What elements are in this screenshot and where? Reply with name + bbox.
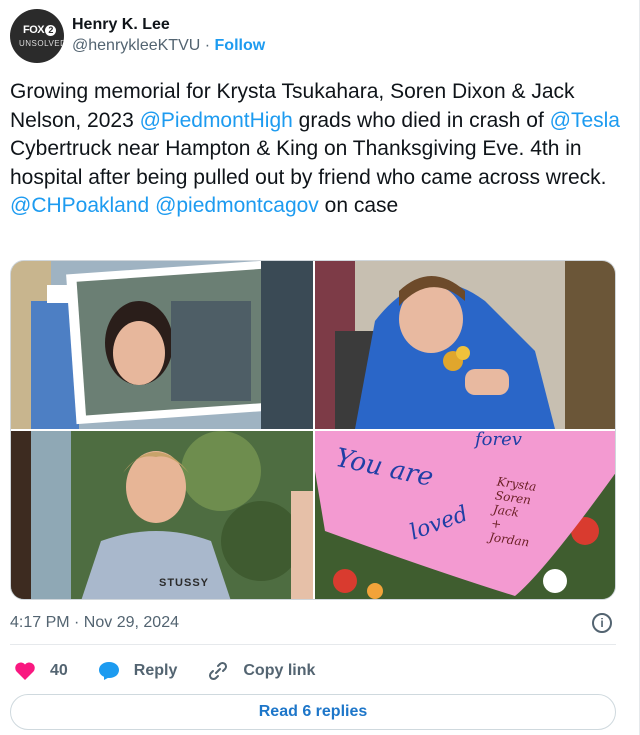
photo-stussy-portrait[interactable]: STUSSY xyxy=(11,431,313,599)
handle-row: @henrykleeKTVU · Follow xyxy=(72,35,265,57)
separator-dot: · xyxy=(200,37,215,54)
mention-link[interactable]: @piedmontcagov xyxy=(155,194,319,217)
user-info: Henry K. Lee @henrykleeKTVU · Follow xyxy=(72,15,265,57)
reply-button[interactable]: Reply xyxy=(98,661,178,681)
action-bar: 40 Reply Copy link xyxy=(14,658,345,684)
note-text-forever: forev xyxy=(475,429,522,450)
mention-link[interactable]: @CHPoakland xyxy=(10,194,149,217)
avatar-logo-subtitle: UNSOLVED xyxy=(19,39,64,48)
copy-link-button[interactable]: Copy link xyxy=(207,660,315,682)
tweet-timestamp[interactable]: 4:17 PM · Nov 29, 2024 xyxy=(10,612,179,634)
divider xyxy=(10,644,616,645)
photo-hoodie-portrait-image xyxy=(315,261,615,429)
read-replies-button[interactable]: Read 6 replies xyxy=(10,694,616,730)
photo-handwritten-note[interactable]: You are loved forev Krysta Soren Jack + … xyxy=(315,429,615,599)
mention-link[interactable]: @Tesla xyxy=(550,109,620,132)
like-count: 40 xyxy=(50,662,68,679)
tweet-text: Growing memorial for Krysta Tsukahara, S… xyxy=(10,78,620,221)
mention-link[interactable]: @PiedmontHigh xyxy=(140,109,293,132)
user-handle[interactable]: @henrykleeKTVU xyxy=(72,37,200,54)
photo-memorial-poster-image xyxy=(11,261,313,429)
reply-bubble-icon xyxy=(98,662,119,680)
copy-link-label: Copy link xyxy=(243,662,316,679)
photo-memorial-poster[interactable] xyxy=(11,261,313,429)
like-button[interactable]: 40 xyxy=(14,661,68,681)
tweet-header: FOX 2 UNSOLVED Henry K. Lee @henrykleeKTV… xyxy=(10,8,265,64)
avatar-logo: FOX 2 xyxy=(23,24,57,36)
tweet-card: FOX 2 UNSOLVED Henry K. Lee @henrykleeKTV… xyxy=(0,0,640,735)
shirt-text: STUSSY xyxy=(159,577,210,589)
reply-label: Reply xyxy=(133,662,178,679)
follow-link[interactable]: Follow xyxy=(215,37,266,54)
tweet-text-segment: grads who died in crash of xyxy=(292,108,550,132)
photo-hoodie-portrait[interactable] xyxy=(315,261,615,429)
display-name[interactable]: Henry K. Lee xyxy=(72,15,265,35)
tweet-text-segment: on case xyxy=(318,194,399,217)
photo-stussy-portrait-image xyxy=(11,431,313,599)
tweet-text-segment: Cybertruck near Hampton & King on Thanks… xyxy=(10,137,607,189)
media-grid: STUSSY You are loved forev Krysta Soren … xyxy=(10,260,616,600)
info-icon[interactable]: i xyxy=(592,613,612,633)
avatar[interactable]: FOX 2 UNSOLVED xyxy=(10,9,64,63)
link-icon xyxy=(209,661,228,681)
heart-icon xyxy=(15,662,35,680)
